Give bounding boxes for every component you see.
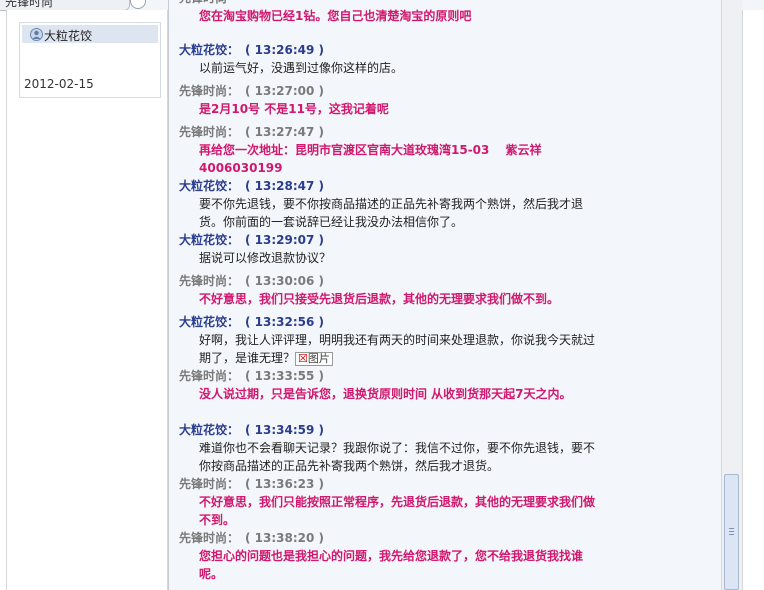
message-text: 是2月10号 不是11号，这我记着呢 — [199, 102, 389, 116]
chat-message: 大粒花饺： ( 13:32:56 ) 好啊，我让人评评理，明明我还有两天的时间来处理… — [179, 314, 599, 367]
message-header: 先锋时尚： ( 13:38:20 ) — [179, 530, 599, 547]
message-text: 好啊，我让人评评理，明明我还有两天的时间来处理退款，你说我今天就过期了，是谁无理… — [199, 333, 596, 366]
chat-message: 先锋时尚： ( 13:27:00 ) 是2月10号 不是11号，这我记着呢 — [179, 83, 599, 118]
message-time: ( 13:27:47 ) — [245, 125, 325, 139]
chat-message: 大粒花饺： ( 13:34:59 ) 难道你也不会看聊天记录？我跟你说了：我信不过你… — [179, 422, 599, 475]
sender-name: 先锋时尚： — [179, 125, 240, 139]
sender-name: 先锋时尚： — [179, 84, 240, 98]
contact-item-selected[interactable]: 大粒花饺 — [22, 25, 158, 43]
message-text: 据说可以修改退款协议？ — [199, 251, 332, 265]
toolbar-round-button[interactable] — [130, 0, 146, 9]
scrollbar-grip — [729, 528, 734, 529]
chat-message: 先锋时尚： ( 13:36:23 ) 不好意思，我们只能按照正常程序，先退货后退款，… — [179, 476, 599, 529]
contact-list: 大粒花饺 2012-02-15 — [19, 22, 161, 98]
message-header: 大粒花饺： ( 13:26:49 ) — [179, 42, 599, 59]
sender-name: 大粒花饺： — [179, 179, 240, 193]
message-header: 先锋时尚： ( 13:27:00 ) — [179, 83, 599, 100]
top-tab-label: 先锋时尚 — [5, 0, 54, 9]
message-time: ( 13:32:56 ) — [245, 315, 325, 329]
message-header: 大粒花饺： ( 13:28:47 ) — [179, 178, 599, 195]
right-panel — [742, 10, 764, 590]
message-header: 先锋时尚： ( 13:30:06 ) — [179, 273, 599, 290]
chat-message: 先锋时尚： ( 13:33:55 ) 没人说过期，只是告诉您，退换货原则时间 从收到… — [179, 368, 599, 403]
sender-name: 大粒花饺： — [179, 43, 240, 57]
scrollbar-grip — [729, 534, 734, 535]
chat-message: 先锋时尚： ( 13:27:47 ) 再给您一次地址：昆明市官渡区官南大道玫瑰湾15… — [179, 124, 599, 177]
message-text: 您在淘宝购物已经1钻。您自己也清楚淘宝的原则吧 — [199, 9, 472, 23]
message-time: ( 13:30:06 ) — [245, 274, 325, 288]
message-text: 您担心的问题也是我担心的问题，我先给您退款了，您不给我退货我找谁呢。 — [199, 549, 584, 581]
message-header: 先锋时尚 — [179, 0, 599, 7]
message-time: ( 13:38:20 ) — [245, 531, 325, 545]
scrollbar-thumb[interactable] — [724, 474, 739, 590]
message-text: 难道你也不会看聊天记录？我跟你说了：我信不过你，要不你先退钱，要不你按商品描述的… — [199, 441, 596, 473]
chat-scrollbar[interactable] — [721, 0, 742, 590]
message-header: 先锋时尚： ( 13:33:55 ) — [179, 368, 599, 385]
sender-name: 先锋时尚： — [179, 531, 240, 545]
chat-history: 先锋时尚您在淘宝购物已经1钻。您自己也清楚淘宝的原则吧大粒花饺： ( 13:26:… — [168, 0, 722, 590]
message-time: ( 13:28:47 ) — [245, 179, 325, 193]
message-time: ( 13:34:59 ) — [245, 423, 325, 437]
chat-message: 大粒花饺： ( 13:29:07 ) 据说可以修改退款协议？ — [179, 232, 599, 267]
message-time: ( 13:29:07 ) — [245, 233, 325, 247]
chat-message: 大粒花饺： ( 13:26:49 ) 以前运气好，没遇到过像你这样的店。 — [179, 42, 599, 77]
sender-name: 先锋时尚 — [179, 0, 227, 5]
contact-panel: 大粒花饺 2012-02-15 — [6, 10, 168, 590]
sender-name: 大粒花饺： — [179, 233, 240, 247]
message-time: ( 13:26:49 ) — [245, 43, 325, 57]
contact-name: 大粒花饺 — [44, 29, 93, 43]
chat-message: 先锋时尚您在淘宝购物已经1钻。您自己也清楚淘宝的原则吧 — [179, 0, 599, 25]
message-time: ( 13:33:55 ) — [245, 369, 325, 383]
message-text: 没人说过期，只是告诉您，退换货原则时间 从收到货那天起7天之内。 — [199, 387, 572, 401]
sender-name: 先锋时尚： — [179, 477, 240, 491]
user-avatar-icon — [30, 28, 43, 41]
chat-message: 大粒花饺： ( 13:28:47 ) 要不你先退钱，要不你按商品描述的正品先补寄我两… — [179, 178, 599, 231]
scrollbar-grip — [729, 531, 734, 532]
message-header: 大粒花饺： ( 13:34:59 ) — [179, 422, 599, 439]
message-text: 不好意思，我们只接受先退货后退款，其他的无理要求我们做不到。 — [199, 292, 560, 306]
broken-image-icon[interactable]: ☒图片 — [295, 351, 333, 366]
message-time: ( 13:36:23 ) — [245, 477, 325, 491]
sender-name: 大粒花饺： — [179, 423, 240, 437]
sender-name: 先锋时尚： — [179, 369, 240, 383]
message-text: 再给您一次地址：昆明市官渡区官南大道玫瑰湾15-03 紫云祥 400603019… — [199, 143, 542, 175]
message-text: 不好意思，我们只能按照正常程序，先退货后退款，其他的无理要求我们做不到。 — [199, 495, 596, 527]
contact-date: 2012-02-15 — [24, 77, 94, 91]
message-header: 先锋时尚： ( 13:36:23 ) — [179, 476, 599, 493]
message-header: 先锋时尚： ( 13:27:47 ) — [179, 124, 599, 141]
message-text: 要不你先退钱，要不你按商品描述的正品先补寄我两个熟饼，然后我才退货。你前面的一套… — [199, 197, 584, 229]
sender-name: 先锋时尚： — [179, 274, 240, 288]
message-time: ( 13:27:00 ) — [245, 84, 325, 98]
message-header: 大粒花饺： ( 13:29:07 ) — [179, 232, 599, 249]
message-text: 以前运气好，没遇到过像你这样的店。 — [199, 61, 404, 75]
message-header: 大粒花饺： ( 13:32:56 ) — [179, 314, 599, 331]
chat-message: 先锋时尚： ( 13:30:06 ) 不好意思，我们只接受先退货后退款，其他的无理要… — [179, 273, 599, 308]
sender-name: 大粒花饺： — [179, 315, 240, 329]
chat-message: 先锋时尚： ( 13:38:20 ) 您担心的问题也是我担心的问题，我先给您退款了，… — [179, 530, 599, 583]
